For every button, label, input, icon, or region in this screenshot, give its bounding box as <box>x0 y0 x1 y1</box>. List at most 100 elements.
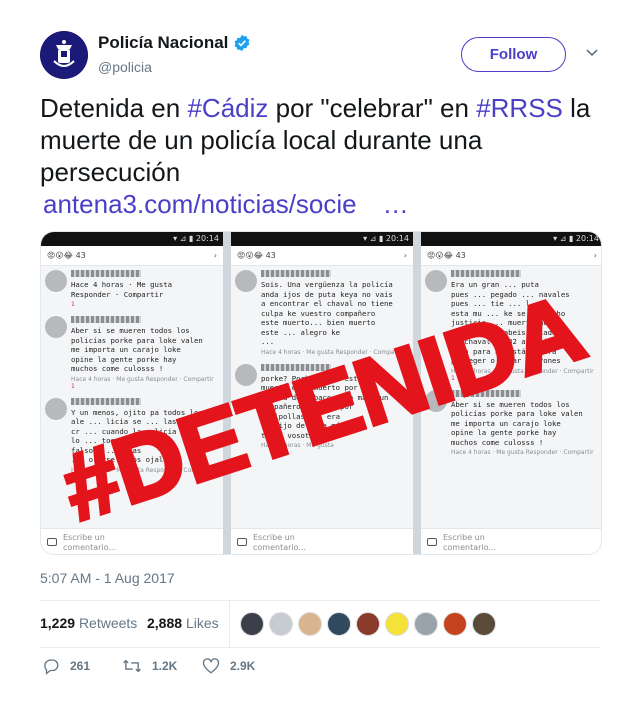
reaction-count: 😡😮😂 43 <box>47 251 86 260</box>
comment-list: Sois. Una vergüenza la policía anda ijos… <box>231 266 413 449</box>
comment-meta: Hace 4 horas · Me gusta Responder · Comp… <box>451 449 599 456</box>
tweet-timestamp[interactable]: 5:07 AM - 1 Aug 2017 <box>40 570 175 586</box>
commenter-avatar <box>425 270 447 292</box>
phone-status-bar: ▾ ⊿ ▮ 20:14 <box>421 232 601 246</box>
tweet-header: Policía Nacional @policia Follow <box>40 31 600 81</box>
comment-list: Era un gran ... puta pues ... pegado ...… <box>421 266 601 456</box>
hashtag-link-rrss[interactable]: #RRSS <box>476 93 563 123</box>
comment-placeholder: Escribe un comentario... <box>443 533 497 552</box>
blurred-commenter-name <box>451 270 521 277</box>
like-count[interactable]: 2.9K <box>230 659 255 673</box>
comment-item: Sois. Una vergüenza la policía anda ijos… <box>235 270 409 356</box>
police-badge-icon <box>40 31 88 79</box>
likes-count[interactable]: 2,888 <box>147 615 182 631</box>
chevron-right-icon: › <box>403 251 407 260</box>
like-action[interactable]: 2.9K <box>202 657 255 675</box>
blurred-commenter-name <box>71 397 141 405</box>
blurred-commenter-name <box>261 363 331 371</box>
liker-avatar[interactable] <box>269 612 293 636</box>
camera-icon <box>237 538 247 546</box>
screenshot-panel: ▾ ⊿ ▮ 20:14 😡😮😂 43 › Hace 4 horas · Me gust… <box>41 232 223 554</box>
comment-item: Aber si se mueren todos los policías por… <box>45 316 219 390</box>
comment-body: Era un gran ... puta pues ... pegado ...… <box>451 280 575 365</box>
liker-avatar[interactable] <box>356 612 380 636</box>
author-handle[interactable]: @policia <box>98 59 251 75</box>
retweets-label[interactable]: Retweets <box>79 615 137 631</box>
retweet-icon[interactable] <box>122 657 142 675</box>
commenter-avatar <box>425 389 447 412</box>
chevron-down-icon[interactable] <box>585 45 599 59</box>
author-display-name[interactable]: Policía Nacional <box>98 33 228 53</box>
comment-input-bar: Escribe un comentario... <box>41 528 223 554</box>
author-name-row[interactable]: Policía Nacional <box>98 33 251 53</box>
tweet-media-image[interactable]: ▾ ⊿ ▮ 20:14 😡😮😂 43 › Hace 4 horas · Me gust… <box>40 231 602 555</box>
reaction-count-bar: 😡😮😂 43 › <box>421 246 601 266</box>
author-block: Policía Nacional @policia <box>98 33 251 75</box>
phone-status-bar: ▾ ⊿ ▮ 20:14 <box>231 232 413 246</box>
reply-action[interactable]: 261 <box>42 657 90 675</box>
article-link-text[interactable]: antena3.com/noticias/socie <box>43 189 357 219</box>
chevron-right-icon: › <box>593 251 597 260</box>
retweets-count[interactable]: 1,229 <box>40 615 75 631</box>
blurred-commenter-name <box>71 270 141 277</box>
liker-avatar[interactable] <box>327 612 351 636</box>
hashtag-link-cadiz[interactable]: #Cádiz <box>187 93 268 123</box>
comment-item: Hace 4 horas · Me gusta Responder · Comp… <box>45 270 219 308</box>
comment-input-bar: Escribe un comentario... <box>231 528 413 554</box>
comment-meta: Hace 4 horas · Me gusta Responder · Comp… <box>261 349 409 356</box>
comment-meta-text: Hace 4 horas · Me gusta Responder · Comp… <box>71 466 214 474</box>
liker-avatar[interactable] <box>443 612 467 636</box>
reaction-count: 😡😮😂 43 <box>427 251 466 260</box>
profile-avatar[interactable] <box>40 31 88 79</box>
comment-item: Era un gran ... puta pues ... pegado ...… <box>425 270 599 382</box>
liker-avatar[interactable] <box>385 612 409 636</box>
comment-meta: Hace 4 horas · Me gusta Responder · Comp… <box>71 467 219 481</box>
liker-avatar[interactable] <box>240 612 264 636</box>
comment-meta-text: Hace 4 horas · Me gusta Responder · Comp… <box>451 449 594 456</box>
liker-avatar[interactable] <box>414 612 438 636</box>
tweet-actions: 261 1.2K 2.9K <box>40 657 440 681</box>
screenshot-panel: ▾ ⊿ ▮ 20:14 😡😮😂 43 › Era un gran ... puta p… <box>421 232 601 554</box>
comment-body: porke? Porke el ke esta muerto esta muer… <box>261 373 389 440</box>
reply-count[interactable]: 261 <box>70 659 90 673</box>
liker-avatars <box>240 612 501 636</box>
comment-body: Aber si se mueren todos los policías por… <box>71 326 203 373</box>
comment-meta: Hace 4 horas · Me gusta Responder · Comp… <box>71 376 219 390</box>
retweet-action[interactable]: 1.2K <box>122 657 177 675</box>
liker-avatar[interactable] <box>472 612 496 636</box>
retweets-stat[interactable]: 1,229 Retweets <box>40 615 137 631</box>
chevron-right-icon: › <box>213 251 217 260</box>
link-ellipsis[interactable]: … <box>383 189 409 219</box>
stats-separator <box>229 601 230 647</box>
tweet-text-part: Detenida en <box>40 93 188 123</box>
heart-icon[interactable] <box>202 657 220 675</box>
comment-meta-text: Hace 4 horas · Me gusta Responder · Comp… <box>451 367 594 375</box>
comment-meta-text: Hace 4 horas · Me gusta <box>261 442 334 449</box>
reply-icon[interactable] <box>42 657 60 675</box>
commenter-avatar <box>45 316 67 338</box>
retweet-count[interactable]: 1.2K <box>152 659 177 673</box>
comment-meta-text: Hace 4 horas · Me gusta Responder · Comp… <box>71 375 214 383</box>
liker-avatar[interactable] <box>298 612 322 636</box>
tweet-text-part: por "celebrar" en <box>268 93 477 123</box>
comment-list: Hace 4 horas · Me gusta Responder · Comp… <box>41 266 223 481</box>
divider <box>40 647 600 648</box>
likes-stat[interactable]: 2,888 Likes <box>147 615 219 631</box>
follow-button[interactable]: Follow <box>461 37 566 72</box>
comment-placeholder: Escribe un comentario... <box>253 533 307 552</box>
reaction-badge: 1 <box>71 473 75 481</box>
likes-label[interactable]: Likes <box>186 615 219 631</box>
commenter-avatar <box>45 397 67 420</box>
commenter-avatar <box>45 270 67 292</box>
screenshot-panel: ▾ ⊿ ▮ 20:14 😡😮😂 43 › Sois. Una vergüenza la… <box>231 232 413 554</box>
blurred-commenter-name <box>261 270 331 277</box>
commenter-avatar <box>235 363 257 386</box>
comment-body: Sois. Una vergüenza la policía anda ijos… <box>261 280 393 346</box>
article-link[interactable]: antena3.com/noticias/socie … <box>40 189 409 219</box>
comment-item: Aber si se mueren todos los policías por… <box>425 389 599 456</box>
reaction-count-bar: 😡😮😂 43 › <box>41 246 223 266</box>
comment-meta-text: Hace 4 horas · Me gusta Responder · Comp… <box>261 348 404 356</box>
comment-placeholder: Escribe un comentario... <box>63 533 117 552</box>
comment-meta: Hace 4 horas · Me gusta <box>261 442 409 449</box>
commenter-avatar <box>235 270 257 292</box>
